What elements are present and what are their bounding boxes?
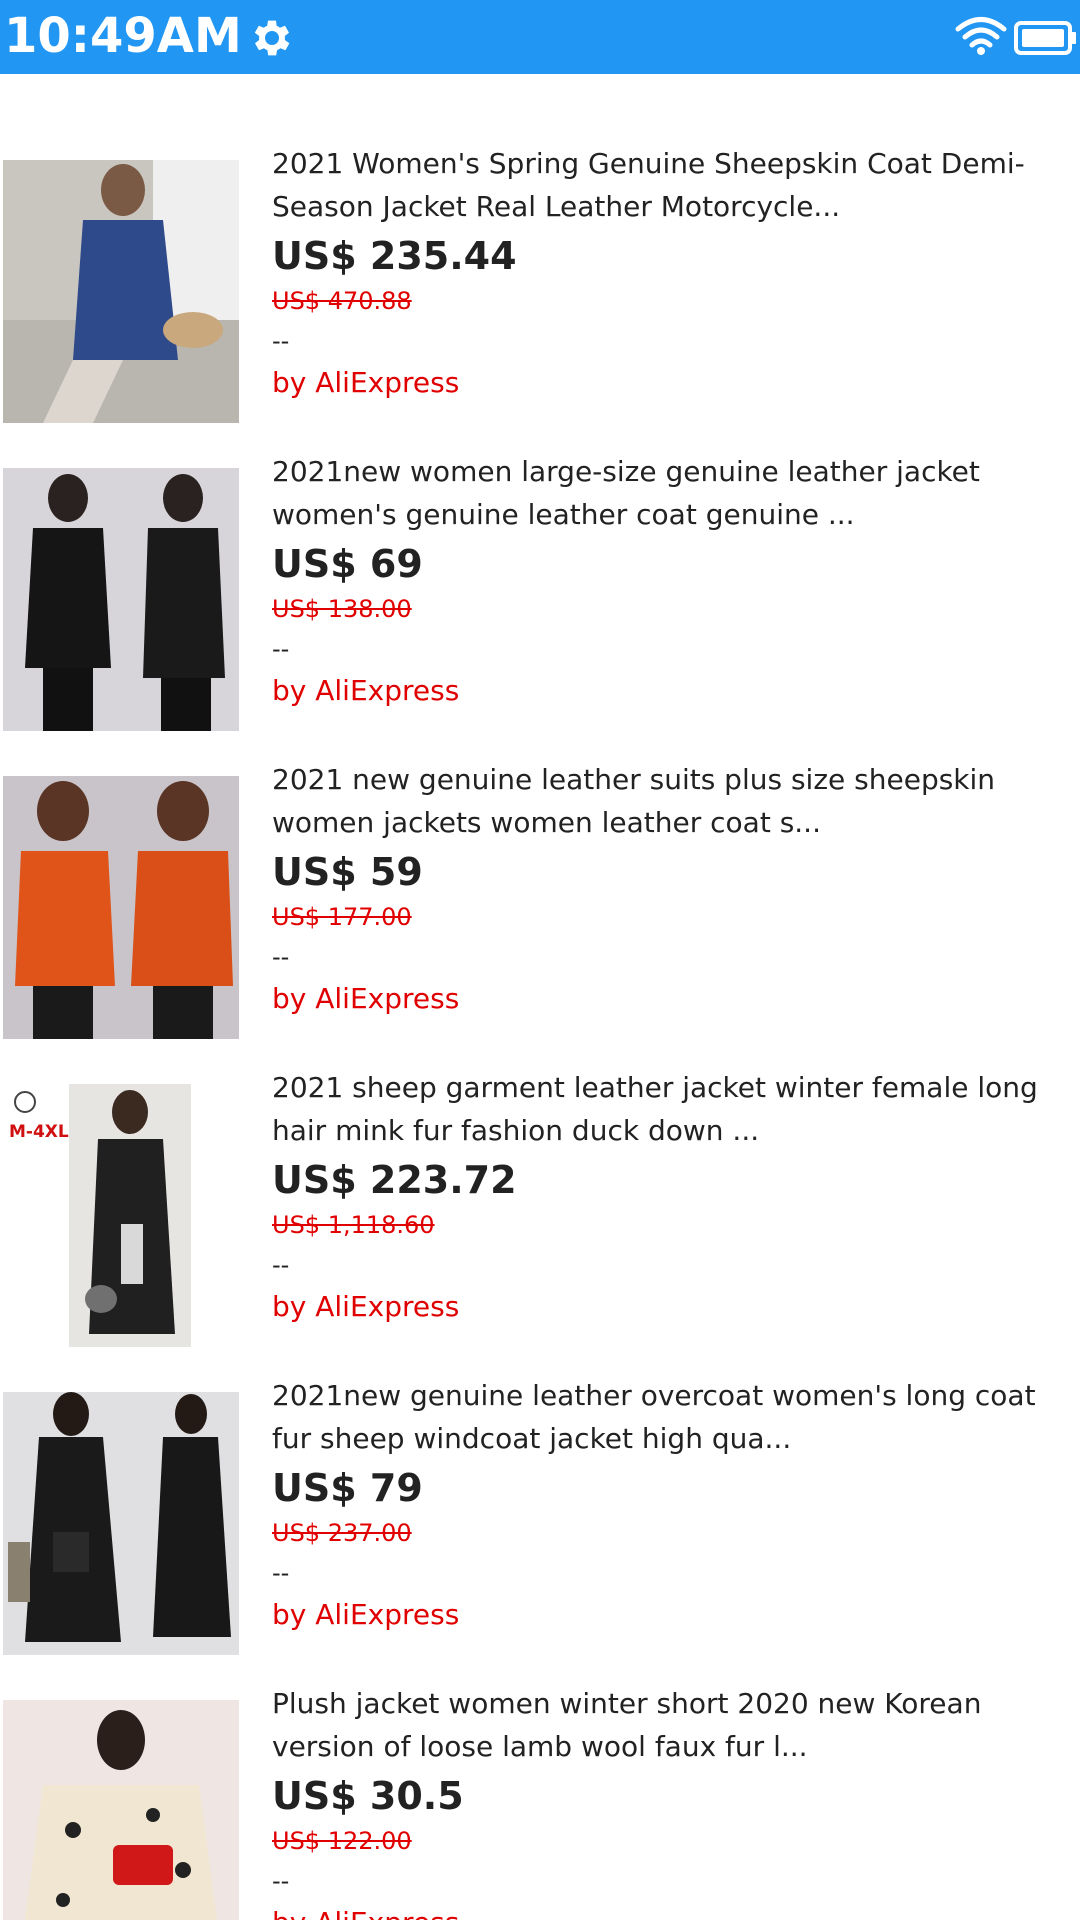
product-image[interactable] — [3, 1700, 239, 1920]
size-badge: M-4XL — [9, 1122, 69, 1142]
product-item[interactable]: 2021 new genuine leather suits plus size… — [0, 763, 1080, 1084]
product-title[interactable]: 2021 new genuine leather suits plus size… — [272, 758, 1072, 844]
product-title[interactable]: 2021new genuine leather overcoat women's… — [272, 1374, 1072, 1460]
product-rating: -- — [272, 327, 290, 355]
product-item[interactable]: 2021new women large-size genuine leather… — [0, 455, 1080, 776]
seller-link[interactable]: by AliExpress — [272, 1593, 1072, 1637]
seller-link[interactable]: by AliExpress — [272, 1901, 1072, 1920]
product-item[interactable]: M-4XL 2021 sheep garment leather jacket … — [0, 1071, 1080, 1392]
product-title[interactable]: 2021new women large-size genuine leather… — [272, 450, 1072, 536]
product-image[interactable] — [3, 468, 239, 731]
product-title[interactable]: Plush jacket women winter short 2020 new… — [272, 1682, 1072, 1768]
wifi-icon — [955, 17, 1007, 55]
status-time: 10:49AM — [4, 8, 242, 64]
product-price: US$ 235.44 — [272, 234, 517, 278]
product-price: US$ 69 — [272, 542, 423, 586]
battery-icon — [1014, 21, 1076, 55]
product-image[interactable] — [3, 776, 239, 1039]
product-image[interactable] — [3, 160, 239, 423]
product-item[interactable]: 2021new genuine leather overcoat women's… — [0, 1379, 1080, 1700]
product-title[interactable]: 2021 sheep garment leather jacket winter… — [272, 1066, 1072, 1152]
product-price: US$ 30.5 — [272, 1774, 464, 1818]
product-price: US$ 223.72 — [272, 1158, 517, 1202]
product-item[interactable]: 2021 Women's Spring Genuine Sheepskin Co… — [0, 147, 1080, 468]
product-rating: -- — [272, 1251, 290, 1279]
seller-link[interactable]: by AliExpress — [272, 361, 1072, 405]
product-price: US$ 79 — [272, 1466, 423, 1510]
original-price: US$ 122.00 — [272, 1827, 412, 1855]
product-title[interactable]: 2021 Women's Spring Genuine Sheepskin Co… — [272, 142, 1072, 228]
seller-link[interactable]: by AliExpress — [272, 977, 1072, 1021]
original-price: US$ 138.00 — [272, 595, 412, 623]
original-price: US$ 237.00 — [272, 1519, 412, 1547]
original-price: US$ 1,118.60 — [272, 1211, 435, 1239]
product-rating: -- — [272, 1559, 290, 1587]
product-rating: -- — [272, 943, 290, 971]
gear-icon — [254, 20, 290, 56]
product-item[interactable]: Plush jacket women winter short 2020 new… — [0, 1687, 1080, 1920]
product-rating: -- — [272, 635, 290, 663]
product-image[interactable] — [3, 1392, 239, 1655]
status-bar: 10:49AM — [0, 0, 1080, 74]
original-price: US$ 177.00 — [272, 903, 412, 931]
product-image[interactable]: M-4XL — [3, 1084, 239, 1347]
product-rating: -- — [272, 1867, 290, 1895]
original-price: US$ 470.88 — [272, 287, 412, 315]
seller-link[interactable]: by AliExpress — [272, 669, 1072, 713]
product-price: US$ 59 — [272, 850, 423, 894]
seller-link[interactable]: by AliExpress — [272, 1285, 1072, 1329]
